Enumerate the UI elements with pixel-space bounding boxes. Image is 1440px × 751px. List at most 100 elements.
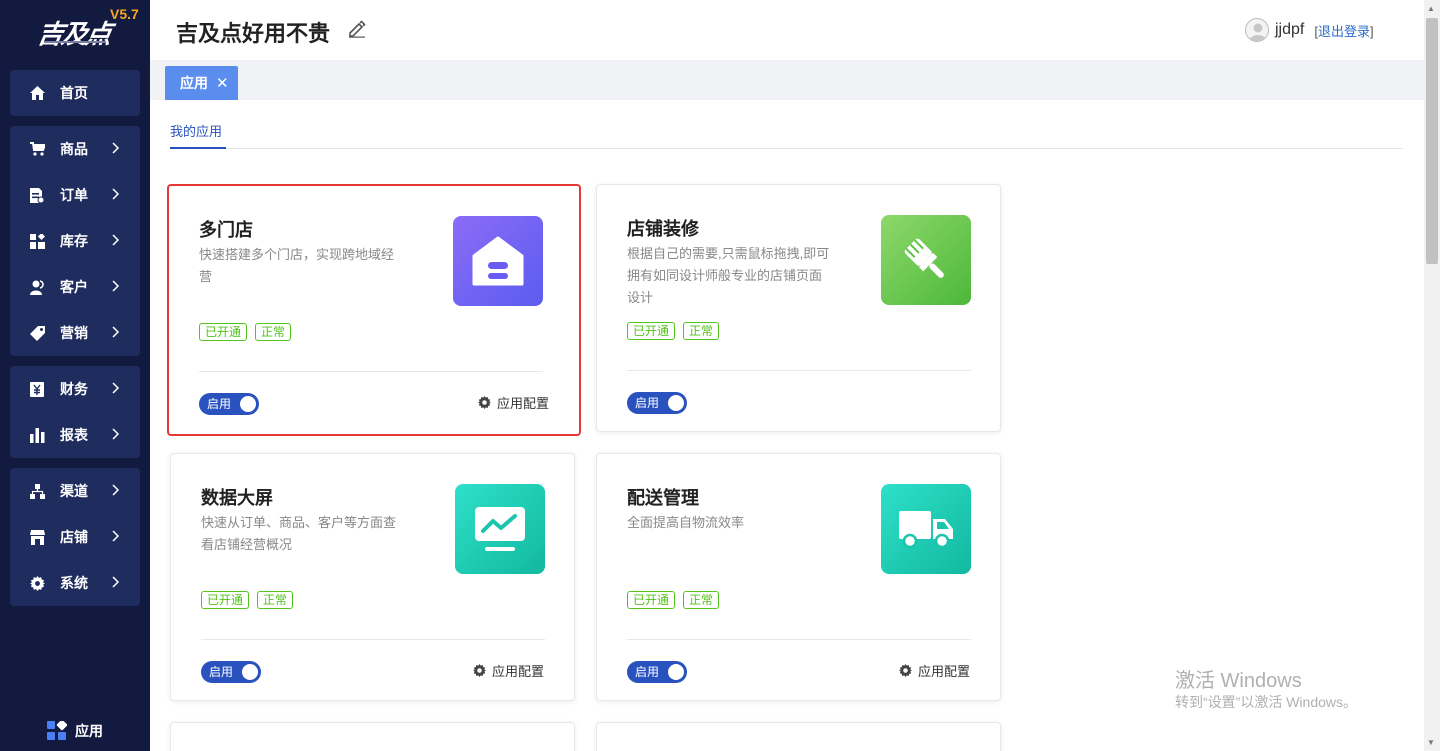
config-label: 应用配置	[917, 664, 970, 679]
status-tags: 已开通 正常	[627, 591, 727, 609]
nav-group-business: 商品 订单 库存 客户 营销	[10, 126, 140, 356]
scroll-up-arrow-icon[interactable]: ▲	[1427, 4, 1435, 13]
card-divider	[627, 370, 971, 371]
status-badge: 已开通	[627, 591, 676, 609]
nav-group-home: 首页	[10, 70, 140, 116]
tab-apps[interactable]: 应用 ✕	[165, 66, 238, 100]
status-tags: 已开通 正常	[199, 323, 299, 341]
toggle-label: 启用	[635, 396, 660, 410]
sidebar-item-label: 客户	[60, 279, 88, 295]
sidebar-item-home[interactable]: 首页	[10, 70, 140, 116]
sidebar-item-marketing[interactable]: 营销	[10, 310, 140, 356]
toggle-label: 启用	[209, 665, 234, 679]
app-card-partial[interactable]	[170, 722, 575, 751]
card-divider	[627, 639, 971, 640]
chevron-right-icon	[112, 188, 120, 200]
app-card-multi-store[interactable]: 多门店 快速搭建多个门店，实现跨地域经营 已开通 正常 启用 应用配置	[167, 184, 581, 436]
gear-icon	[477, 396, 491, 409]
app-config-button[interactable]: 应用配置	[898, 661, 970, 680]
report-icon	[29, 427, 45, 443]
app-card-store-decoration[interactable]: 店铺装修 根据自己的需要,只需鼠标拖拽,即可拥有如同设计师般专业的店铺页面设计 …	[596, 184, 1001, 432]
username: jjdpf	[1275, 21, 1305, 38]
logout-link[interactable]: 退出登录	[1318, 24, 1370, 39]
card-description: 全面提高自物流效率	[627, 515, 745, 530]
cart-icon	[29, 141, 45, 157]
scroll-down-arrow-icon[interactable]: ▼	[1427, 738, 1435, 747]
enable-toggle[interactable]: 启用	[199, 393, 259, 415]
sidebar-item-store[interactable]: 店铺	[10, 514, 140, 560]
sidebar-apps-button[interactable]: 应用	[47, 721, 103, 741]
sidebar-item-label: 报表	[60, 427, 88, 443]
channel-icon	[29, 483, 45, 499]
home-icon	[29, 85, 45, 101]
sidebar-item-label: 首页	[60, 85, 88, 101]
app-config-button[interactable]: 应用配置	[472, 661, 544, 680]
card-divider	[201, 639, 545, 640]
gear-icon	[898, 664, 912, 677]
close-icon[interactable]: ✕	[216, 74, 229, 92]
sidebar: 吉及点 V5.7 首页 商品 订单 库存 客户 营销 财务 报表 渠道 店铺 系…	[0, 0, 150, 751]
sidebar-item-label: 库存	[60, 233, 88, 249]
sidebar-apps-label: 应用	[75, 723, 103, 739]
card-description: 快速搭建多个门店，实现跨地域经营	[199, 247, 395, 284]
logout-wrapper: [退出登录]	[1314, 21, 1373, 40]
sidebar-item-inventory[interactable]: 库存	[10, 218, 140, 264]
page-title: 吉及点好用不贵	[176, 21, 331, 46]
tab-bar: 应用 ✕	[150, 60, 1424, 100]
settings-icon	[29, 575, 45, 591]
app-card-delivery[interactable]: 配送管理 全面提高自物流效率 已开通 正常 启用 应用配置	[596, 453, 1001, 701]
card-description: 根据自己的需要,只需鼠标拖拽,即可拥有如同设计师般专业的店铺页面设计	[627, 246, 830, 305]
top-header: 吉及点好用不贵 jjdpf [退出登录]	[150, 0, 1424, 60]
chevron-right-icon	[112, 326, 120, 338]
app-card-partial[interactable]	[596, 722, 1001, 751]
status-tags: 已开通 正常	[201, 591, 301, 609]
app-config-button[interactable]: 应用配置	[477, 393, 549, 412]
chevron-right-icon	[112, 280, 120, 292]
status-badge: 正常	[683, 322, 720, 340]
sidebar-item-orders[interactable]: 订单	[10, 172, 140, 218]
card-title: 店铺装修	[627, 219, 699, 239]
brand-logo[interactable]: 吉及点 V5.7	[0, 0, 150, 60]
enable-toggle[interactable]: 启用	[627, 392, 687, 414]
sidebar-item-reports[interactable]: 报表	[10, 412, 140, 458]
tab-my-apps[interactable]: 我的应用	[170, 121, 222, 140]
windows-activation-hint: 转到“设置”以激活 Windows。	[1175, 694, 1358, 710]
sidebar-item-finance[interactable]: 财务	[10, 366, 140, 412]
avatar[interactable]	[1245, 18, 1269, 42]
edit-icon[interactable]	[348, 20, 366, 38]
status-badge: 正常	[255, 323, 292, 341]
chevron-right-icon	[112, 428, 120, 440]
sidebar-item-channels[interactable]: 渠道	[10, 468, 140, 514]
chevron-right-icon	[112, 234, 120, 246]
scrollbar-thumb[interactable]	[1426, 18, 1438, 264]
card-divider	[199, 371, 543, 372]
sidebar-item-label: 渠道	[60, 483, 88, 499]
card-title: 配送管理	[627, 488, 699, 508]
sidebar-item-label: 系统	[60, 575, 88, 591]
chevron-right-icon	[112, 576, 120, 588]
version-badge: V5.7	[110, 6, 139, 22]
sidebar-item-label: 订单	[60, 187, 88, 203]
status-tags: 已开通 正常	[627, 322, 727, 340]
sidebar-item-goods[interactable]: 商品	[10, 126, 140, 172]
chevron-right-icon	[112, 530, 120, 542]
inventory-icon	[29, 233, 45, 249]
chevron-right-icon	[112, 382, 120, 394]
enable-toggle[interactable]: 启用	[201, 661, 261, 683]
logo-underline	[44, 41, 106, 43]
tab-label: 应用	[180, 75, 208, 91]
status-badge: 已开通	[627, 322, 676, 340]
toggle-knob	[240, 396, 256, 412]
chevron-right-icon	[112, 142, 120, 154]
apps-icon	[47, 721, 67, 740]
app-card-data-screen[interactable]: 数据大屏 快速从订单、商品、客户等方面查看店铺经营概况 已开通 正常 启用 应用…	[170, 453, 575, 701]
config-label: 应用配置	[496, 396, 549, 411]
toggle-label: 启用	[207, 397, 232, 411]
enable-toggle[interactable]: 启用	[627, 661, 687, 683]
store-house-icon	[453, 216, 543, 306]
status-badge: 正常	[257, 591, 294, 609]
sidebar-item-system[interactable]: 系统	[10, 560, 140, 606]
sidebar-item-customers[interactable]: 客户	[10, 264, 140, 310]
status-badge: 已开通	[201, 591, 250, 609]
sidebar-item-label: 财务	[60, 381, 88, 397]
